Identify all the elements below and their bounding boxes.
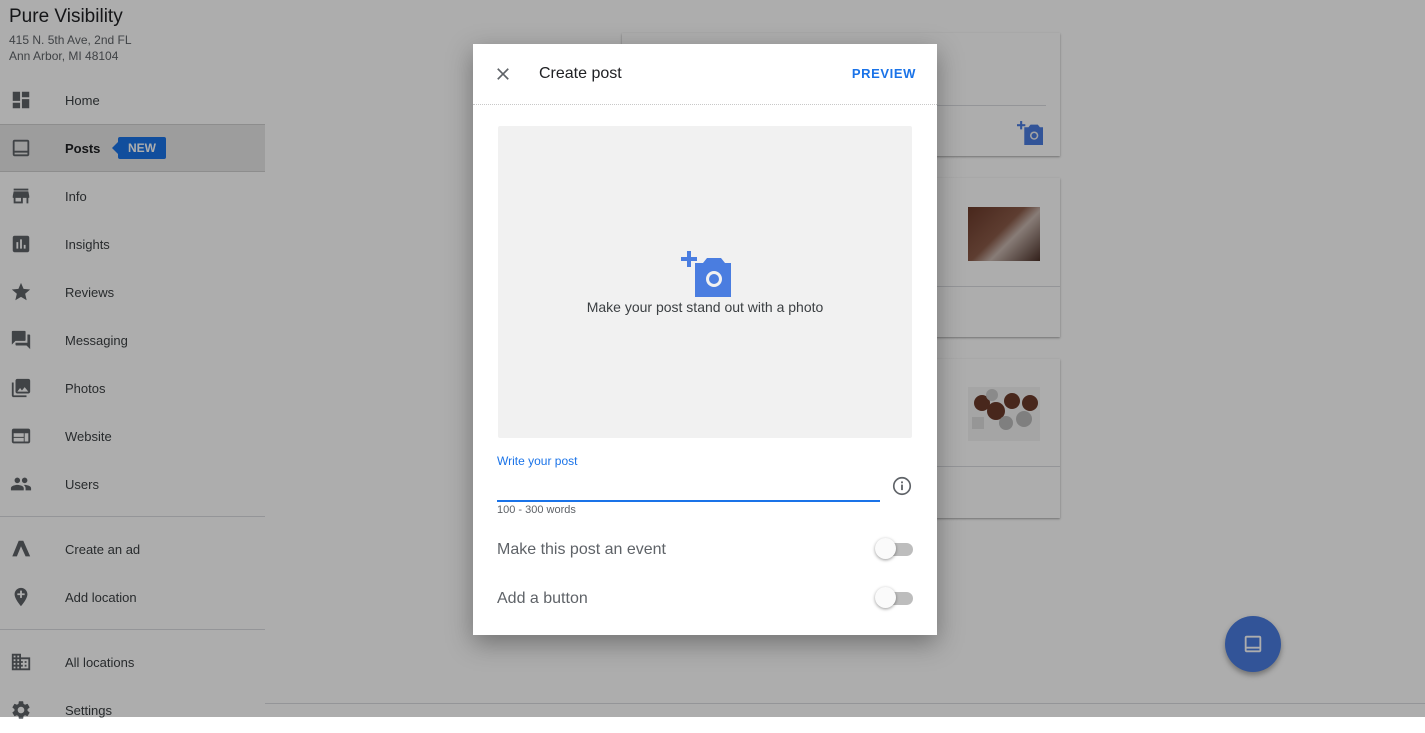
toggle-knob xyxy=(875,587,896,608)
event-toggle-label: Make this post an event xyxy=(497,541,666,558)
preview-button[interactable]: PREVIEW xyxy=(852,66,916,81)
add-photo-icon xyxy=(681,251,731,297)
create-post-dialog: Create post PREVIEW Make your post stand… xyxy=(473,44,937,635)
close-icon xyxy=(497,68,509,80)
dialog-title: Create post xyxy=(539,65,622,82)
dialog-header: Create post PREVIEW xyxy=(473,44,937,105)
toggle-knob xyxy=(875,538,896,559)
post-text-input[interactable] xyxy=(497,472,880,502)
button-toggle[interactable] xyxy=(875,587,913,609)
post-field-label: Write your post xyxy=(497,454,578,468)
event-toggle[interactable] xyxy=(875,538,913,560)
photo-caption: Make your post stand out with a photo xyxy=(586,299,824,315)
add-photo-dropzone[interactable]: Make your post stand out with a photo xyxy=(498,126,912,438)
button-toggle-label: Add a button xyxy=(497,590,588,607)
info-icon[interactable] xyxy=(891,475,913,497)
close-button[interactable] xyxy=(491,62,515,86)
word-count-hint: 100 - 300 words xyxy=(497,504,576,516)
